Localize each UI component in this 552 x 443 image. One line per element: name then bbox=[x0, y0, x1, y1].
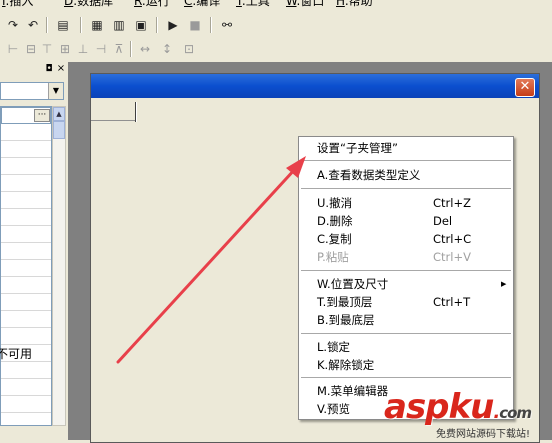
workspace-window-icon[interactable]: ▣ bbox=[132, 16, 150, 34]
tab-edge bbox=[91, 120, 135, 121]
property-row[interactable] bbox=[1, 192, 51, 209]
menu-compile[interactable]: C.编译 bbox=[184, 0, 220, 8]
watermark-logo: aspku.com bbox=[384, 387, 532, 427]
property-panel-header: ◘ × bbox=[0, 62, 68, 78]
menu-separator bbox=[301, 333, 511, 334]
menu-item-delete[interactable]: D.删除 Del bbox=[299, 212, 513, 230]
menu-item-set-tab-manager[interactable]: 设置“子夹管理” bbox=[299, 139, 513, 157]
close-icon[interactable]: ✕ bbox=[515, 78, 535, 97]
align-right-icon[interactable]: ⊣ bbox=[92, 40, 110, 58]
pin-icon[interactable]: ◘ bbox=[44, 64, 54, 74]
binoculars-icon[interactable]: ⚯ bbox=[218, 16, 236, 34]
watermark-slogan: 免费网站源码下载站! bbox=[436, 429, 531, 440]
ellipsis-button[interactable]: ··· bbox=[34, 109, 50, 122]
component-selector[interactable]: ▼ bbox=[0, 82, 64, 100]
property-row[interactable] bbox=[1, 379, 51, 396]
menu-separator bbox=[301, 270, 511, 271]
property-row[interactable] bbox=[1, 396, 51, 413]
menu-item-paste[interactable]: P.粘贴 Ctrl+V bbox=[299, 248, 513, 266]
property-row[interactable] bbox=[1, 277, 51, 294]
toolbar-separator bbox=[80, 17, 81, 33]
menu-insert[interactable]: I.插入 bbox=[2, 0, 33, 8]
tab-control[interactable] bbox=[91, 98, 539, 122]
toolbar-separator bbox=[210, 17, 211, 33]
property-window-icon[interactable]: ▥ bbox=[110, 16, 128, 34]
menu-database[interactable]: D.数据库 bbox=[64, 0, 113, 8]
property-row[interactable] bbox=[1, 141, 51, 158]
property-row[interactable] bbox=[1, 311, 51, 328]
same-size-icon[interactable]: ⊡ bbox=[180, 40, 198, 58]
property-row[interactable] bbox=[1, 294, 51, 311]
menu-item-copy[interactable]: C.复制 Ctrl+C bbox=[299, 230, 513, 248]
align-top-icon[interactable]: ⊤ bbox=[38, 40, 56, 58]
menu-run[interactable]: R.运行 bbox=[134, 0, 170, 8]
toolbar-separator bbox=[46, 17, 47, 33]
tab-divider bbox=[135, 102, 136, 122]
menu-separator bbox=[301, 160, 511, 161]
layout-window-icon[interactable]: ▦ bbox=[88, 16, 106, 34]
context-menu: 设置“子夹管理” A.查看数据类型定义 U.撤消 Ctrl+Z D.删除 Del… bbox=[298, 136, 514, 420]
chevron-down-icon[interactable]: ▼ bbox=[48, 83, 63, 99]
toolbar-separator bbox=[156, 17, 157, 33]
stop-icon[interactable]: ■ bbox=[186, 16, 204, 34]
menu-bar: I.插入 D.数据库 R.运行 C.编译 T.工具 W.窗口 H.帮助 bbox=[0, 0, 552, 12]
submenu-arrow-icon: ▶ bbox=[501, 280, 507, 288]
property-row[interactable] bbox=[1, 362, 51, 379]
property-panel: ◘ × ▼ ··· 不可用 ▲ bbox=[0, 62, 68, 440]
menu-window[interactable]: W.窗口 bbox=[286, 0, 324, 8]
close-icon[interactable]: × bbox=[56, 64, 66, 74]
property-row[interactable] bbox=[1, 260, 51, 277]
same-width-icon[interactable]: ↔ bbox=[136, 40, 154, 58]
find-icon[interactable]: ▤ bbox=[54, 16, 72, 34]
property-row[interactable] bbox=[1, 209, 51, 226]
align-middle-icon[interactable]: ⊞ bbox=[56, 40, 74, 58]
property-scrollbar[interactable]: ▲ bbox=[52, 106, 66, 426]
property-row[interactable] bbox=[1, 413, 51, 425]
menu-item-view-data-types[interactable]: A.查看数据类型定义 bbox=[299, 166, 513, 184]
menu-item-send-to-back[interactable]: B.到最底层 bbox=[299, 311, 513, 329]
menu-help[interactable]: H.帮助 bbox=[336, 0, 373, 8]
redo-icon[interactable]: ↷ bbox=[4, 16, 22, 34]
menu-item-undo[interactable]: U.撤消 Ctrl+Z bbox=[299, 194, 513, 212]
scroll-thumb[interactable] bbox=[53, 121, 65, 139]
menu-item-unlock[interactable]: K.解除锁定 bbox=[299, 356, 513, 374]
menu-tools[interactable]: T.工具 bbox=[236, 0, 270, 8]
property-row[interactable] bbox=[1, 175, 51, 192]
toolbar-separator bbox=[130, 41, 131, 57]
property-grid: ··· bbox=[0, 106, 52, 426]
menu-item-bring-to-front[interactable]: T.到最顶层 Ctrl+T bbox=[299, 293, 513, 311]
property-row[interactable] bbox=[1, 158, 51, 175]
align-bottom-icon[interactable]: ⊥ bbox=[74, 40, 92, 58]
property-row[interactable] bbox=[1, 124, 51, 141]
menu-item-position-size[interactable]: W.位置及尺寸 ▶ bbox=[299, 275, 513, 293]
align-left-icon[interactable]: ⊢ bbox=[4, 40, 22, 58]
property-row-selected[interactable]: ··· bbox=[1, 107, 51, 124]
property-row[interactable] bbox=[1, 243, 51, 260]
align-spread-icon[interactable]: ⊼ bbox=[110, 40, 128, 58]
standard-toolbar: ↷ ↶ ▤ ▦ ▥ ▣ ▶ ■ ⚯ bbox=[0, 14, 552, 36]
same-height-icon[interactable]: ↕ bbox=[158, 40, 176, 58]
unavailable-label: 不可用 bbox=[0, 347, 33, 361]
form-title-bar[interactable]: ✕ bbox=[91, 74, 539, 98]
run-icon[interactable]: ▶ bbox=[164, 16, 182, 34]
align-toolbar: ⊢ ⊟ ⊤ ⊞ ⊥ ⊣ ⊼ ↔ ↕ ⊡ bbox=[0, 38, 552, 60]
scroll-up-icon[interactable]: ▲ bbox=[53, 107, 65, 121]
property-row[interactable] bbox=[1, 328, 51, 345]
menu-item-lock[interactable]: L.锁定 bbox=[299, 338, 513, 356]
menu-separator bbox=[301, 188, 511, 189]
menu-separator bbox=[301, 377, 511, 378]
undo-icon[interactable]: ↶ bbox=[24, 16, 42, 34]
property-row[interactable] bbox=[1, 226, 51, 243]
